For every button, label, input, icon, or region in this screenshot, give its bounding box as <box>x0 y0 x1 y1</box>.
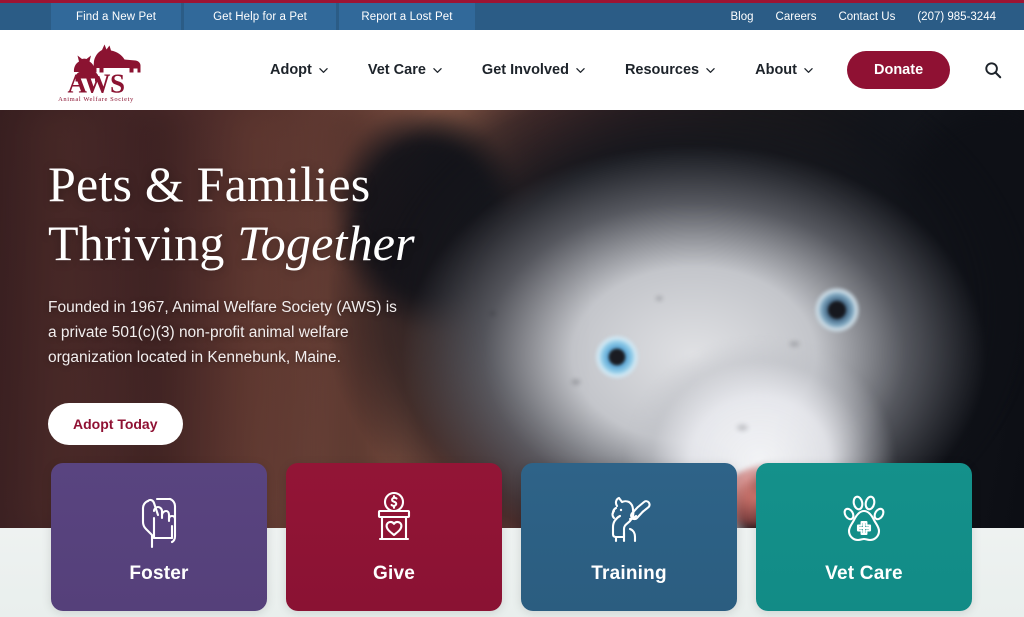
utility-link-blog[interactable]: Blog <box>731 11 754 23</box>
hero-title-line-2-italic: Together <box>237 215 415 271</box>
quick-link-cards: Foster Give Training Vet Care <box>51 463 973 611</box>
nav-item-about-label: About <box>755 62 797 78</box>
utility-button-find-a-new-pet[interactable]: Find a New Pet <box>51 3 181 30</box>
card-training[interactable]: Training <box>521 463 737 611</box>
nav-item-about[interactable]: About <box>735 62 833 78</box>
nav-item-vet-care[interactable]: Vet Care <box>348 62 462 78</box>
nav-item-get-involved-label: Get Involved <box>481 62 569 78</box>
utility-link-contact-us[interactable]: Contact Us <box>838 11 895 23</box>
search-icon[interactable] <box>984 61 1002 79</box>
hero-title-line-2-normal: Thriving <box>48 215 238 271</box>
hero-title-line-2: Thriving Together <box>48 214 468 273</box>
donation-box-icon <box>365 489 423 551</box>
chevron-down-icon <box>706 66 715 75</box>
utility-button-get-help-for-a-pet[interactable]: Get Help for a Pet <box>184 3 336 30</box>
utility-phone-number[interactable]: (207) 985-3244 <box>917 11 996 23</box>
nav-item-resources[interactable]: Resources <box>605 62 735 78</box>
card-foster[interactable]: Foster <box>51 463 267 611</box>
site-header: AWS Animal Welfare Society Adopt Vet Car… <box>0 30 1024 110</box>
chevron-down-icon <box>319 66 328 75</box>
nav-item-vet-care-label: Vet Care <box>367 62 426 78</box>
utility-button-report-a-lost-pet[interactable]: Report a Lost Pet <box>339 3 475 30</box>
adopt-today-button[interactable]: Adopt Today <box>48 403 183 446</box>
donate-button[interactable]: Donate <box>846 51 951 89</box>
card-give-label: Give <box>373 563 415 584</box>
top-accent-rule <box>0 0 1024 3</box>
chevron-down-icon <box>576 66 585 75</box>
logo-aws[interactable]: AWS Animal Welfare Society <box>46 36 146 104</box>
page-root: Find a New Pet Get Help for a Pet Report… <box>0 0 1024 617</box>
chevron-down-icon <box>433 66 442 75</box>
utility-bar: Find a New Pet Get Help for a Pet Report… <box>0 3 1024 30</box>
svg-text:AWS: AWS <box>67 69 124 99</box>
nav-item-resources-label: Resources <box>624 62 700 78</box>
card-vet-care[interactable]: Vet Care <box>756 463 972 611</box>
utility-bar-links: Blog Careers Contact Us (207) 985-3244 <box>731 3 1024 30</box>
paw-cross-icon <box>835 489 893 551</box>
nav-item-adopt-label: Adopt <box>270 62 312 78</box>
hero-content: Pets & Families Thriving Together Founde… <box>48 155 468 446</box>
nav-item-adopt[interactable]: Adopt <box>250 62 348 78</box>
main-navigation: Adopt Vet Care Get Involved Resources Ab… <box>250 51 1002 89</box>
helping-hands-icon <box>130 489 188 551</box>
hero-paragraph: Founded in 1967, Animal Welfare Society … <box>48 299 397 367</box>
nav-item-get-involved[interactable]: Get Involved <box>462 62 605 78</box>
card-vet-care-label: Vet Care <box>825 563 903 584</box>
utility-link-careers[interactable]: Careers <box>776 11 817 23</box>
chevron-down-icon <box>804 66 813 75</box>
card-give[interactable]: Give <box>286 463 502 611</box>
card-training-label: Training <box>591 563 667 584</box>
utility-bar-buttons: Find a New Pet Get Help for a Pet Report… <box>51 3 478 30</box>
hero-title: Pets & Families Thriving Together <box>48 155 468 273</box>
dog-training-icon <box>600 489 658 551</box>
card-foster-label: Foster <box>129 563 189 584</box>
hero-title-line-1: Pets & Families <box>48 156 371 212</box>
svg-text:Animal Welfare Society: Animal Welfare Society <box>58 96 134 103</box>
